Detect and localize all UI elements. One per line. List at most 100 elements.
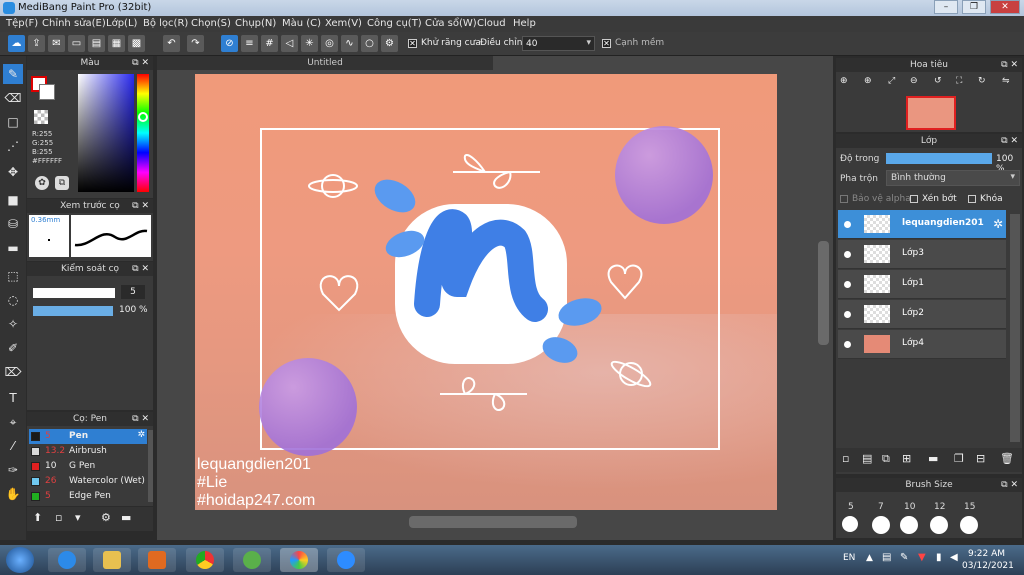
layer-item[interactable]: Lớp2 <box>838 300 1006 329</box>
menu-cloud[interactable]: Cloud <box>477 18 506 29</box>
brush-size-value[interactable]: 5 <box>121 285 145 299</box>
rectangle-tool-icon[interactable]: □ <box>3 112 23 132</box>
size-preset-dot[interactable] <box>960 516 978 534</box>
merge-layer-icon[interactable]: ⊟ <box>976 452 985 465</box>
clock-time[interactable]: 9:22 AM <box>968 549 1005 559</box>
taskbar-explorer[interactable] <box>93 548 131 572</box>
menu-capture[interactable]: Chụp(N) <box>235 18 276 29</box>
adjust-dropdown[interactable]: 40 ▾ <box>522 36 595 51</box>
radial-snap-icon[interactable]: ✳ <box>301 35 318 52</box>
menu-view[interactable]: Xem(V) <box>325 18 362 29</box>
visibility-icon[interactable] <box>844 281 851 288</box>
maximize-button[interactable]: ❐ <box>962 0 986 14</box>
size-preset-dot[interactable] <box>930 516 948 534</box>
size-preset-dot[interactable] <box>842 516 858 532</box>
layer-item[interactable]: lequangdien201 ✲ <box>838 210 1006 239</box>
visibility-icon[interactable] <box>844 251 851 258</box>
navigator-thumbnail[interactable] <box>906 96 956 130</box>
menu-select[interactable]: Chọn(S) <box>191 18 231 29</box>
panel-close-icon[interactable]: ⧉ ✕ <box>1001 58 1018 72</box>
taskbar-media[interactable] <box>138 548 176 572</box>
network-icon[interactable]: ▮ <box>936 552 942 563</box>
size-preset-dot[interactable] <box>872 516 890 534</box>
folder-icon[interactable]: ▬ <box>928 452 938 465</box>
brush-item-watercolor[interactable]: 26 Watercolor (Wet) <box>29 474 147 489</box>
layer-add-menu-icon[interactable]: ⊞ <box>902 452 911 465</box>
brush-item-gpen[interactable]: 10 G Pen <box>29 459 147 474</box>
panel-close-icon[interactable]: ⧉ ✕ <box>1001 134 1018 148</box>
gradient-tool-icon[interactable]: ▬ <box>3 238 23 258</box>
panel-close-icon[interactable]: ⧉ ✕ <box>132 262 149 276</box>
bucket-tool-icon[interactable]: ⛁ <box>3 214 23 234</box>
hue-slider[interactable] <box>137 74 149 192</box>
clipping-checkbox[interactable] <box>910 195 918 203</box>
dot-tool-icon[interactable]: ⋰ <box>3 136 23 156</box>
cross-snap-icon[interactable]: # <box>261 35 278 52</box>
select-eraser-icon[interactable]: ⌦ <box>3 362 23 382</box>
document-icon[interactable]: ▤ <box>88 35 105 52</box>
start-button[interactable] <box>6 547 34 573</box>
visibility-icon[interactable] <box>844 341 851 348</box>
folder-icon[interactable]: ▬ <box>121 511 131 524</box>
protect-alpha-checkbox[interactable] <box>840 195 848 203</box>
vanishing-snap-icon[interactable]: ◁ <box>281 35 298 52</box>
copy-layer-icon[interactable]: ⧉ <box>882 452 890 466</box>
dropper-icon[interactable]: ✑ <box>3 460 23 480</box>
menu-file[interactable]: Tệp(F) <box>6 18 38 29</box>
move-tool-icon[interactable]: ✥ <box>3 162 23 182</box>
zoom-in-alt-icon[interactable]: ⊕ <box>864 76 872 86</box>
panel-close-icon[interactable]: ⧉ ✕ <box>1001 478 1018 492</box>
tray-icon-2[interactable]: ✎ <box>900 552 908 563</box>
taskbar-ie[interactable] <box>48 548 86 572</box>
taskbar-zoom[interactable] <box>327 548 365 572</box>
volume-icon[interactable]: ◀ <box>950 552 958 563</box>
antialias-checkbox[interactable]: ✕ <box>408 39 417 48</box>
circle-snap-icon[interactable]: ◎ <box>321 35 338 52</box>
ellipse-snap-icon[interactable]: ○ <box>361 35 378 52</box>
eyedropper-icon[interactable]: ⁄ <box>3 436 23 456</box>
soft-edge-checkbox[interactable]: ✕ <box>602 39 611 48</box>
minimize-button[interactable]: – <box>934 0 958 14</box>
canvas-area[interactable]: Untitled lequangdien201 #Lie #hoidap247.… <box>157 56 833 540</box>
layer-opacity-slider[interactable] <box>886 153 992 164</box>
horizontal-scrollbar[interactable] <box>409 516 577 528</box>
brush-menu-icon[interactable]: ▾ <box>75 511 81 524</box>
clock-date[interactable]: 03/12/2021 <box>962 561 1014 571</box>
gear-icon[interactable]: ✲ <box>137 430 145 440</box>
tray-icon-3[interactable]: ▼ <box>918 552 926 563</box>
menu-filter[interactable]: Bộ lọc(R) <box>143 18 188 29</box>
brush-item-airbrush[interactable]: 13.2 Airbrush <box>29 444 147 459</box>
panel-icon[interactable]: ▦ <box>108 35 125 52</box>
layer-item[interactable]: Lớp4 <box>838 330 1006 359</box>
chevron-up-icon[interactable]: ▲ <box>866 553 873 563</box>
taskbar-medibang[interactable] <box>280 548 318 572</box>
brush-item-edge-pen[interactable]: 5 Edge Pen <box>29 489 147 504</box>
share-icon[interactable]: ⇪ <box>28 35 45 52</box>
undo-icon[interactable]: ↶ <box>163 35 180 52</box>
grid-icon[interactable]: ▩ <box>128 35 145 52</box>
language-indicator[interactable]: EN <box>843 553 855 563</box>
menu-tools[interactable]: Công cụ(T) <box>367 18 422 29</box>
add-brush-icon[interactable]: ⬆ <box>33 511 42 524</box>
secondary-color-swatch[interactable] <box>39 84 55 100</box>
redo-icon[interactable]: ↷ <box>187 35 204 52</box>
menu-window[interactable]: Cửa sổ(W) <box>425 18 477 29</box>
taskbar-app[interactable] <box>233 548 271 572</box>
lock-checkbox[interactable] <box>968 195 976 203</box>
select-tool-icon[interactable]: ⬚ <box>3 266 23 286</box>
select-pen-icon[interactable]: ✐ <box>3 338 23 358</box>
cloud-icon[interactable]: ☁ <box>8 35 25 52</box>
zoom-in-icon[interactable]: ⊕ <box>840 76 848 86</box>
actual-size-icon[interactable]: ⛶ <box>956 76 962 86</box>
tray-icon-1[interactable]: ▤ <box>882 552 891 563</box>
brush-list-scrollbar[interactable] <box>148 430 153 502</box>
gear-icon[interactable]: ✲ <box>993 217 1003 231</box>
brush-tool-icon[interactable]: ✎ <box>3 64 23 84</box>
rotate-right-icon[interactable]: ↻ <box>978 76 986 86</box>
divide-tool-icon[interactable]: ⌖ <box>3 412 23 432</box>
brush-size-slider[interactable] <box>33 288 115 298</box>
transparent-color-swatch[interactable] <box>34 110 48 124</box>
new-brush-icon[interactable]: ▫ <box>55 511 62 524</box>
document-tab[interactable]: Untitled <box>157 56 493 70</box>
color-history-icon[interactable]: ⧉ <box>55 176 69 190</box>
